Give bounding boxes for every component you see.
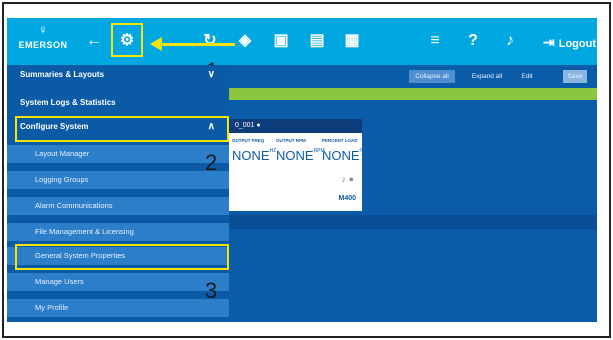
sidebar-subitem-logging-groups[interactable]: Logging Groups [7, 171, 229, 189]
logout-label: Logout [558, 38, 596, 50]
sidebar: Summaries & Layouts ∨ System Logs & Stat… [7, 65, 229, 322]
sidebar-subitem-label: File Management & Licensing [35, 227, 134, 236]
sidebar-subitem-label: Manage Users [35, 277, 84, 286]
metric-value: NONE% [322, 148, 364, 163]
sidebar-subitem-manage-users[interactable]: Manage Users [7, 273, 229, 291]
back-arrow-icon[interactable]: ← [83, 30, 105, 52]
expand-all-button[interactable]: Expand all [465, 70, 509, 83]
content-strip [229, 215, 597, 229]
annotation-arrowhead-1 [150, 37, 162, 51]
device-model: M400 [338, 195, 356, 202]
metric-label: PERCENT LOAD [322, 138, 358, 143]
cube-icon[interactable]: ◈ [234, 30, 256, 52]
sidebar-item-label: System Logs & Statistics [20, 98, 116, 107]
metric-value-text: NONE [322, 148, 360, 163]
sidebar-subitem-my-profile[interactable]: My Profile [7, 299, 229, 317]
card-status-icons: ♪ ● [342, 174, 354, 184]
list-add-icon[interactable]: ≡ [424, 30, 446, 52]
info-icon: ● [256, 122, 261, 129]
pivot-icon[interactable]: ↻ [199, 30, 221, 52]
annotation-step-2: 2 [205, 150, 218, 175]
configure-system-highlight-box [15, 116, 229, 142]
gear-icon[interactable]: ⚙ [116, 30, 138, 52]
sidebar-subitem-label: My Profile [35, 303, 69, 312]
chevron-down-icon: ∨ [207, 69, 215, 80]
sidebar-subitem-label: Logging Groups [35, 175, 89, 184]
collapse-all-button[interactable]: Collapse all [409, 70, 455, 83]
metric-label: OUTPUT RPM [276, 138, 306, 143]
sidebar-subitem-label: Alarm Communications [35, 201, 113, 210]
sidebar-item-label: Summaries & Layouts [20, 70, 105, 79]
bell-icon: ♪ [341, 174, 347, 184]
device-card[interactable]: 0_001 ● OUTPUT FREQ OUTPUT RPM PERCENT L… [229, 119, 364, 211]
device-card-title: 0_001 ● [229, 119, 362, 133]
logout-icon: ⇥ [543, 34, 555, 50]
bell-icon[interactable]: ♪ [499, 30, 521, 52]
metric-value: NONEHZ [232, 148, 276, 163]
save-button[interactable]: Save [563, 70, 587, 83]
general-properties-highlight-box [15, 244, 229, 270]
device-card-title-text: 0_001 [235, 122, 255, 129]
sidebar-item-summaries[interactable]: Summaries & Layouts ∨ [7, 65, 229, 85]
metric-value-text: NONE [232, 148, 270, 163]
sidebar-subitem-layout-manager[interactable]: Layout Manager [7, 145, 229, 163]
status-dot-icon: ● [348, 174, 354, 184]
annotation-arrow-1 [160, 43, 235, 46]
calendar-icon[interactable]: ▣ [270, 30, 292, 52]
emerson-logo-text: EMERSON [18, 40, 68, 50]
help-icon[interactable]: ? [462, 30, 484, 52]
metric-label: OUTPUT FREQ [232, 138, 265, 143]
emerson-logo-mark: ♀ [38, 22, 48, 37]
metric-unit: % [359, 148, 365, 154]
edit-button[interactable]: Edit [517, 70, 537, 83]
panel-icon[interactable]: ▦ [341, 30, 363, 52]
top-bar: ♀ EMERSON ← ⚙ ↻ ◈ ▣ ▤ ▦ ≡ ? ♪ ⇥ Logout [7, 18, 597, 65]
main-content: Collapse all Expand all Edit Save 0_001 … [229, 65, 597, 322]
sidebar-subitem-file-management[interactable]: File Management & Licensing [7, 223, 229, 241]
map-icon[interactable]: ▤ [306, 30, 328, 52]
annotation-step-3: 3 [205, 278, 218, 303]
logout-button[interactable]: ⇥ Logout [543, 32, 596, 52]
status-bar-green [229, 88, 597, 100]
toolbar: Collapse all Expand all Edit Save [229, 65, 597, 88]
sidebar-item-system-logs[interactable]: System Logs & Statistics [7, 93, 229, 113]
metric-value-text: NONE [276, 148, 314, 163]
sidebar-subitem-alarm-communications[interactable]: Alarm Communications [7, 197, 229, 215]
emerson-logo[interactable]: ♀ EMERSON [11, 22, 75, 62]
metric-value: NONERPM [276, 148, 325, 163]
sidebar-subitem-label: Layout Manager [35, 149, 90, 158]
